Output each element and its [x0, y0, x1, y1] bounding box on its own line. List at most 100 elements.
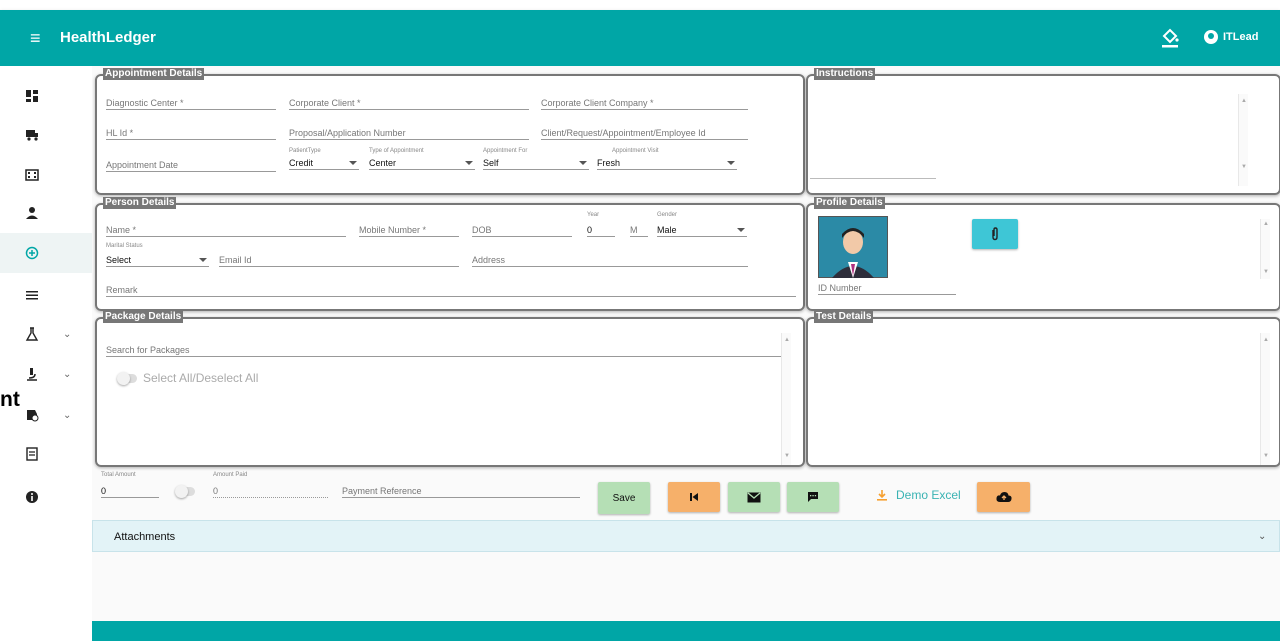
- previous-button[interactable]: [668, 482, 720, 512]
- panel-legend: Package Details: [103, 311, 184, 323]
- id-number-field[interactable]: ID Number: [818, 283, 956, 295]
- address-field[interactable]: Address: [472, 255, 748, 267]
- document-icon: [26, 447, 38, 461]
- demo-excel-link[interactable]: Demo Excel: [876, 488, 961, 502]
- sidebar-item-building[interactable]: [0, 154, 92, 194]
- top-app-bar: ≡ HealthLedger ITLead: [0, 10, 1280, 66]
- panel-legend: Instructions: [814, 68, 876, 80]
- profile-photo[interactable]: [818, 216, 888, 278]
- appointment-visit-select[interactable]: Fresh: [597, 158, 737, 170]
- package-scrollbar[interactable]: ▲ ▼: [781, 333, 791, 465]
- appointment-for-label: Appointment For: [483, 148, 528, 154]
- user-menu[interactable]: ITLead: [1204, 30, 1258, 44]
- chevron-down-icon: ⌄: [63, 328, 72, 340]
- skip-previous-icon: [690, 493, 698, 501]
- appointment-for-select[interactable]: Self: [483, 158, 589, 170]
- panel-legend: Profile Details: [814, 197, 885, 209]
- corporate-client-company-field[interactable]: Corporate Client Company *: [541, 98, 748, 110]
- upload-button[interactable]: [977, 482, 1030, 512]
- email-field[interactable]: Email Id: [219, 255, 459, 267]
- scroll-up-arrow-icon: ▲: [1263, 337, 1269, 343]
- gender-select[interactable]: Male: [657, 225, 747, 237]
- payment-reference-field[interactable]: Payment Reference: [342, 486, 580, 498]
- dropdown-arrow-icon: [349, 161, 357, 165]
- mobile-number-field[interactable]: Mobile Number *: [359, 225, 459, 237]
- diagnostic-center-field[interactable]: Diagnostic Center *: [106, 98, 276, 110]
- scroll-down-arrow-icon: ▼: [1263, 453, 1269, 459]
- scroll-down-arrow-icon: ▼: [1263, 269, 1269, 275]
- overlay-text: nt: [0, 388, 20, 411]
- appointment-for-value: Self: [483, 158, 499, 168]
- gender-label: Gender: [657, 212, 678, 218]
- total-amount-label: Total Amount: [101, 472, 136, 478]
- amount-paid-field[interactable]: 0: [213, 486, 328, 498]
- name-field[interactable]: Name *: [106, 225, 346, 237]
- dropdown-arrow-icon: [737, 228, 745, 232]
- instructions-scrollbar[interactable]: ▲ ▼: [1238, 94, 1248, 186]
- corporate-client-field[interactable]: Corporate Client *: [289, 98, 529, 110]
- demo-excel-label: Demo Excel: [896, 488, 961, 502]
- patient-type-select[interactable]: Credit: [289, 158, 359, 170]
- list-icon: [26, 291, 38, 300]
- type-of-appointment-select[interactable]: Center: [369, 158, 475, 170]
- sidebar-item-list[interactable]: [0, 275, 92, 315]
- month-field[interactable]: M: [630, 225, 648, 237]
- scroll-up-arrow-icon: ▲: [1263, 221, 1269, 227]
- type-of-appointment-label: Type of Appointment: [369, 148, 424, 154]
- sidebar-item-document[interactable]: [0, 434, 92, 474]
- paint-bucket-icon[interactable]: [1160, 26, 1180, 48]
- test-details-panel: Test Details ▲ ▼: [806, 311, 1280, 467]
- proposal-number-field[interactable]: Proposal/Application Number: [289, 128, 529, 140]
- appointment-date-field[interactable]: Appointment Date: [106, 160, 276, 172]
- year-label: Year: [587, 212, 600, 218]
- flask-icon: [25, 327, 39, 341]
- hl-id-field[interactable]: HL Id *: [106, 128, 276, 140]
- sidebar-item-flask[interactable]: ⌄: [0, 314, 92, 354]
- email-button[interactable]: [728, 482, 780, 512]
- user-name: ITLead: [1223, 31, 1259, 43]
- client-request-id-field[interactable]: Client/Request/Appointment/Employee Id: [541, 128, 748, 140]
- dropdown-arrow-icon: [727, 161, 735, 165]
- chevron-down-icon: ⌄: [63, 368, 72, 380]
- panel-legend: Appointment Details: [103, 68, 205, 80]
- select-all-toggle[interactable]: [117, 372, 137, 385]
- amount-paid-toggle[interactable]: [175, 485, 195, 498]
- scroll-up-arrow-icon: ▲: [784, 337, 790, 343]
- sidebar-item-person[interactable]: [0, 193, 92, 233]
- gender-value: Male: [657, 225, 677, 235]
- attach-file-button[interactable]: [972, 219, 1018, 249]
- sidebar: ⌄ ⌄ ⌄ nt: [0, 66, 92, 641]
- attachments-accordion[interactable]: Attachments ⌄: [92, 520, 1280, 552]
- dropdown-arrow-icon: [199, 258, 207, 262]
- hamburger-menu-icon[interactable]: ≡: [30, 28, 46, 48]
- person-icon: [26, 207, 38, 219]
- patient-type-value: Credit: [289, 158, 314, 168]
- profile-scrollbar[interactable]: ▲ ▼: [1260, 219, 1270, 279]
- attachments-label: Attachments: [114, 531, 176, 543]
- sidebar-item-dashboard[interactable]: [0, 76, 92, 116]
- sidebar-item-info[interactable]: [0, 477, 92, 517]
- account-circle-icon: [1204, 30, 1218, 44]
- microscope-icon: [27, 368, 37, 381]
- marital-status-label: Marital Status: [106, 243, 143, 249]
- app-title: HealthLedger: [60, 29, 156, 46]
- search-packages-field[interactable]: Search for Packages: [106, 345, 781, 357]
- test-scrollbar[interactable]: ▲ ▼: [1260, 333, 1270, 465]
- scroll-down-arrow-icon: ▼: [1241, 164, 1247, 170]
- instructions-panel: Instructions ▲ ▼: [806, 68, 1280, 195]
- truck-icon: [26, 130, 38, 141]
- sms-button[interactable]: [787, 482, 839, 512]
- dob-field[interactable]: DOB: [472, 225, 572, 237]
- sidebar-item-add[interactable]: [0, 233, 92, 273]
- amount-paid-label: Amount Paid: [213, 472, 248, 478]
- total-amount-field[interactable]: 0: [101, 486, 159, 498]
- profile-details-panel: Profile Details ID Number ▲ ▼: [806, 197, 1280, 311]
- remark-field[interactable]: Remark: [106, 285, 796, 297]
- year-field[interactable]: 0: [587, 225, 615, 237]
- appointment-details-panel: Appointment Details Diagnostic Center * …: [95, 68, 805, 195]
- sidebar-item-truck[interactable]: [0, 115, 92, 155]
- dropdown-arrow-icon: [465, 161, 473, 165]
- save-button[interactable]: Save: [598, 482, 650, 514]
- scroll-up-arrow-icon: ▲: [1241, 98, 1247, 104]
- marital-status-select[interactable]: Select: [106, 255, 209, 267]
